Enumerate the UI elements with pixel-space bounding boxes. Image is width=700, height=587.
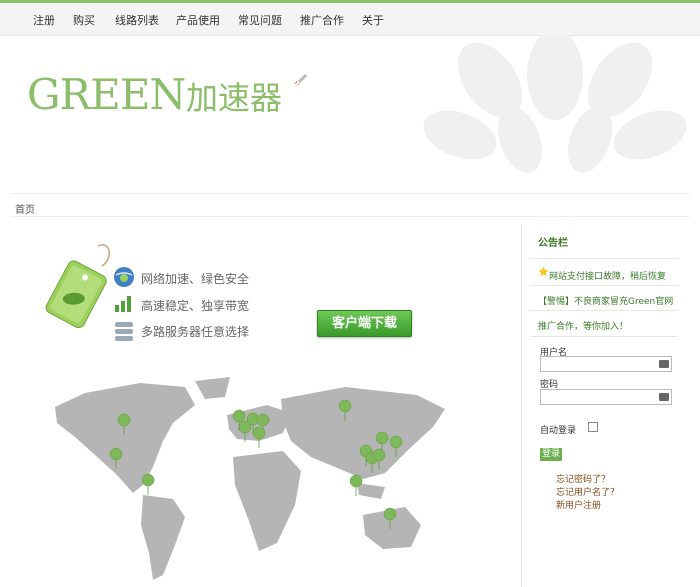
breadcrumb-bottom-rule (10, 216, 690, 217)
register-link[interactable]: 新用户注册 (556, 498, 601, 511)
map-pin-icon (338, 399, 352, 422)
map-pin-icon (117, 413, 131, 436)
rocket-icon (294, 74, 307, 86)
map-pin-icon (389, 435, 403, 458)
nav-faq[interactable]: 常见问题 (238, 12, 282, 28)
logo-text-cn: 加速器 (186, 79, 283, 117)
auto-login-checkbox[interactable] (588, 422, 598, 432)
leaf-decoration-icon (423, 35, 687, 173)
breadcrumb-top-rule (10, 193, 690, 194)
notice-item-2[interactable]: 【警惕】不良商家冒充Green官网 (538, 294, 673, 307)
notice-rule (530, 285, 678, 286)
nav-line-list[interactable]: 线路列表 (115, 12, 159, 28)
logo-text-en: GREEN (27, 70, 186, 119)
notice-rule (530, 258, 678, 259)
keyboard-icon[interactable] (659, 360, 669, 368)
feature-text-2: 高速稳定、独享带宽 (141, 299, 250, 313)
price-tag-icon (45, 244, 110, 329)
nav-product-usage[interactable]: 产品使用 (176, 12, 220, 28)
globe-icon (114, 267, 134, 287)
keyboard-icon[interactable] (659, 393, 669, 401)
notice-board-title: 公告栏 (538, 238, 568, 249)
feature-text-3: 多路服务器任意选择 (141, 325, 250, 339)
nav-register[interactable]: 注册 (33, 12, 55, 28)
nav-buy[interactable]: 购买 (73, 12, 95, 28)
username-input[interactable] (540, 356, 672, 372)
map-pin-icon (372, 448, 386, 471)
map-pins (109, 399, 403, 530)
client-download-button[interactable]: 客户端下载 (317, 310, 412, 337)
main-nav: 注册 购买 线路列表 产品使用 常见问题 推广合作 关于 (0, 3, 700, 36)
auto-login-label: 自动登录 (540, 426, 577, 436)
sidebar-divider (521, 225, 522, 587)
forgot-password-link[interactable]: 忘记密码了？ (556, 472, 610, 485)
breadcrumb-home[interactable]: 首页 (15, 201, 35, 216)
nav-partnership[interactable]: 推广合作 (300, 12, 344, 28)
notice-rule (530, 336, 678, 337)
notice-item-3[interactable]: 推广合作，等你加入！ (538, 319, 628, 332)
forgot-username-link[interactable]: 忘记用户名了？ (556, 485, 619, 498)
notice-rule (530, 310, 678, 311)
map-pin-icon (238, 420, 252, 443)
feature-text-1: 网络加速、绿色安全 (141, 272, 250, 286)
map-pin-icon (252, 426, 266, 449)
star-icon (538, 266, 549, 277)
nav-about[interactable]: 关于 (362, 12, 384, 28)
map-pin-icon (141, 473, 155, 496)
signal-bars-icon (115, 296, 131, 312)
password-input[interactable] (540, 389, 672, 405)
map-pin-icon (349, 474, 363, 497)
map-pin-icon (109, 447, 123, 470)
login-button[interactable]: 登录 (540, 448, 562, 461)
server-icon (115, 322, 133, 341)
map-pin-icon (383, 507, 397, 530)
notice-item-1[interactable]: 网站支付接口故障，稍后恢复 (549, 269, 666, 282)
